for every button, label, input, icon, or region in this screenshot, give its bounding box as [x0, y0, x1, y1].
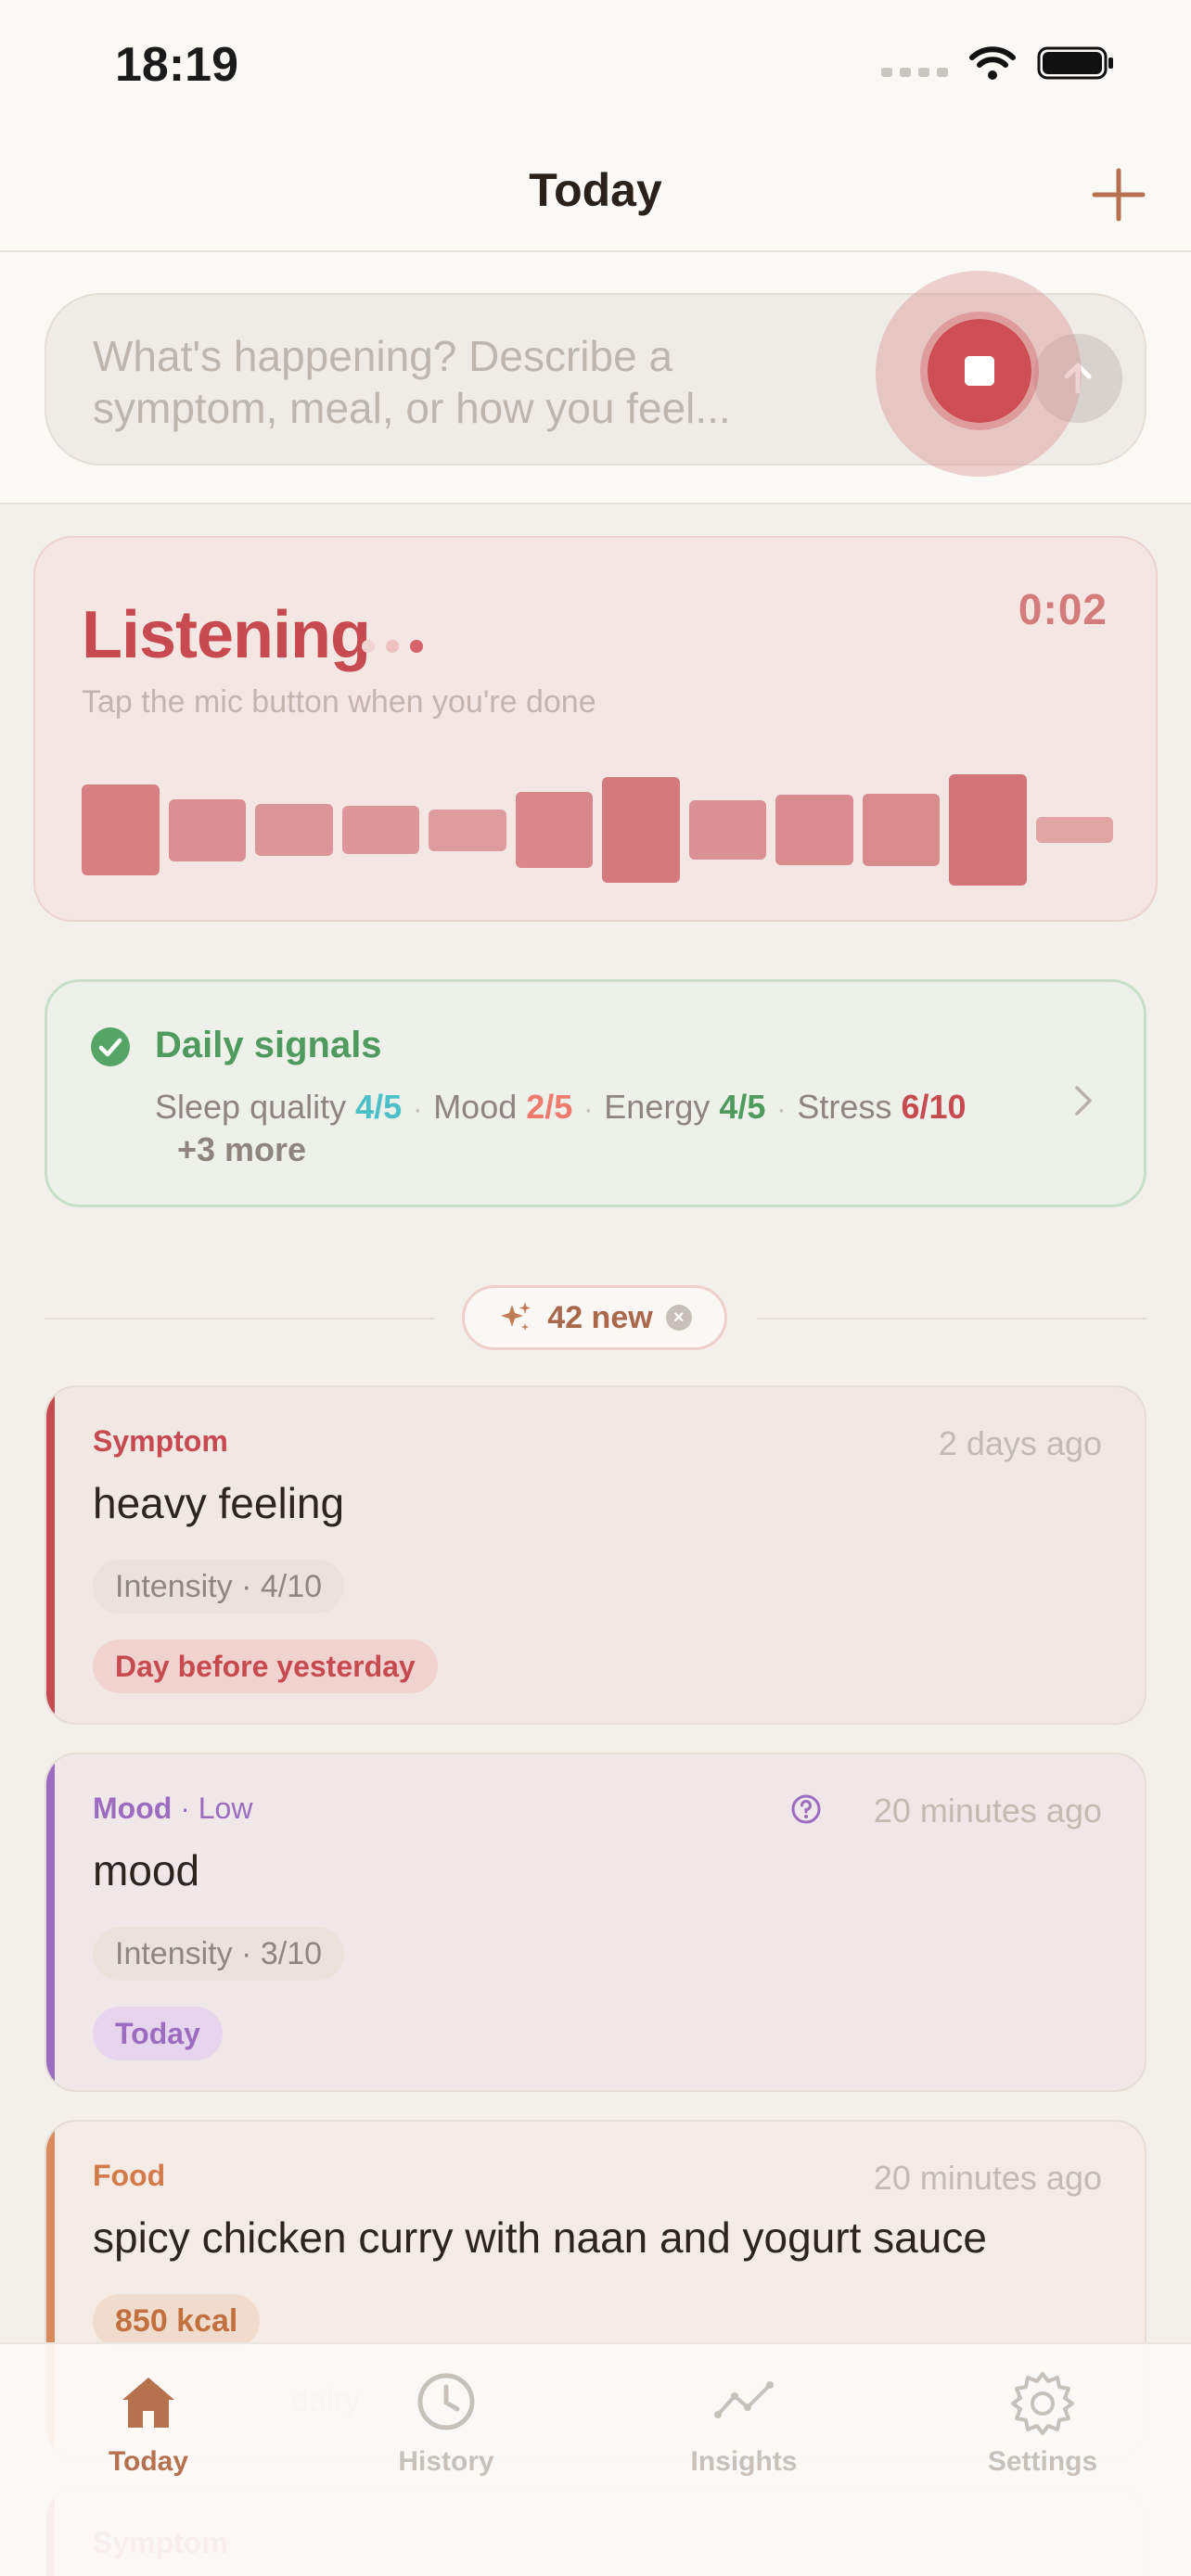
divider-left: [45, 1318, 434, 1320]
waveform-bar: [341, 806, 419, 854]
entry-type: Symptom: [93, 1424, 228, 1458]
entry-accent-bar: [46, 1754, 55, 2090]
page-title: Today: [529, 164, 662, 216]
signal-value: 2/5: [526, 1088, 573, 1126]
waveform-bar: [775, 795, 853, 865]
nav-header: Today: [0, 139, 1191, 252]
help-circle-icon[interactable]: [790, 1793, 822, 1825]
tab-insights[interactable]: Insights: [633, 2368, 855, 2478]
new-entries-badge[interactable]: 42 new ×: [462, 1285, 727, 1350]
daily-signals-title: Daily signals: [155, 1025, 382, 1065]
entry-type: Food: [93, 2159, 166, 2192]
dismiss-icon[interactable]: ×: [665, 1305, 692, 1331]
entry-card-symptom[interactable]: Symptom 2 days ago heavy feeling Intensi…: [45, 1385, 1146, 1725]
waveform-bar: [862, 794, 940, 866]
daily-signals-card[interactable]: Daily signals Sleep quality 4/5 · Mood 2/5…: [45, 979, 1146, 1207]
stop-recording-button[interactable]: [928, 319, 1031, 423]
tab-today[interactable]: Today: [37, 2368, 260, 2478]
tab-label: History: [398, 2446, 494, 2477]
entry-title: mood: [93, 1846, 200, 1894]
entry-title: spicy chicken curry with naan and yogurt…: [93, 2213, 987, 2262]
entry-type: Mood · Low: [93, 1792, 252, 1826]
entry-time: 2 days ago: [938, 1424, 1102, 1462]
waveform-bar: [688, 799, 766, 861]
chevron-right-icon: [1075, 1086, 1092, 1116]
day-tag-chip: Today: [93, 2007, 223, 2060]
signal-label: Stress: [797, 1088, 902, 1126]
separator-dot: ·: [776, 1094, 787, 1125]
signal-label: Sleep quality: [155, 1088, 356, 1126]
entry-time: 20 minutes ago: [873, 1792, 1102, 1830]
check-circle-icon: [91, 1027, 130, 1066]
listening-hint: Tap the mic button when you're done: [82, 684, 596, 720]
signal-value: 6/10: [901, 1088, 967, 1126]
input-placeholder: What's happening? Describe a symptom, me…: [93, 332, 731, 432]
cellular-signal-icon: [881, 49, 948, 77]
listening-card: Listening 0:02 Tap the mic button when y…: [33, 536, 1158, 922]
tab-settings[interactable]: Settings: [931, 2368, 1154, 2478]
status-time: 18:19: [115, 38, 238, 92]
entry-accent-bar: [46, 1387, 55, 1723]
separator-dot: ·: [583, 1094, 594, 1125]
recording-timer: 0:02: [1018, 585, 1108, 633]
tab-label: Today: [108, 2446, 189, 2477]
sparkles-icon: [501, 1302, 531, 1331]
waveform-bar: [82, 784, 160, 875]
waveform-bar: [1035, 817, 1113, 843]
day-tag-chip: Day before yesterday: [93, 1639, 438, 1693]
daily-signals-more: +3 more: [177, 1130, 307, 1168]
waveform-bar: [602, 777, 680, 883]
tab-history[interactable]: History: [335, 2368, 557, 2478]
listening-dots: [362, 640, 423, 653]
tab-label: Insights: [690, 2446, 798, 2477]
intensity-chip: Intensity · 3/10: [93, 1927, 345, 1981]
status-icons: [881, 45, 1115, 82]
add-button[interactable]: [1085, 161, 1152, 228]
clock-icon: [417, 2373, 475, 2430]
composer-area: What's happening? Describe a symptom, me…: [0, 252, 1191, 504]
new-badge-label: 42 new: [547, 1299, 653, 1335]
status-bar: 18:19: [0, 0, 1191, 139]
waveform-bar: [255, 804, 333, 856]
entry-time: 20 minutes ago: [873, 2159, 1102, 2197]
waveform-bar: [168, 798, 246, 861]
stop-icon: [965, 356, 994, 386]
wifi-icon: [969, 46, 1016, 80]
battery-icon: [1037, 46, 1113, 80]
divider-right: [757, 1318, 1146, 1320]
daily-signals-list: Sleep quality 4/5 · Mood 2/5 · Energy 4/5 · St…: [155, 1088, 967, 1127]
signal-label: Mood: [433, 1088, 527, 1126]
intensity-chip: Intensity · 4/10: [93, 1560, 345, 1613]
gear-icon: [1011, 2372, 1074, 2435]
waveform-bar: [429, 809, 506, 851]
waveform-bar: [949, 774, 1027, 886]
chart-line-icon: [714, 2381, 774, 2418]
signal-value: 4/5: [719, 1088, 766, 1126]
entry-title: heavy feeling: [93, 1479, 345, 1527]
waveform-bar: [515, 791, 593, 869]
signal-value: 4/5: [355, 1088, 403, 1126]
separator-dot: ·: [413, 1094, 423, 1125]
entry-type-label: Mood: [93, 1792, 173, 1825]
listening-title: Listening: [82, 598, 371, 672]
signal-label: Energy: [604, 1088, 720, 1126]
tab-label: Settings: [987, 2446, 1098, 2477]
tab-bar: Today History Insights Settings: [0, 2342, 1191, 2576]
audio-waveform: [82, 770, 1113, 890]
calories-chip: 850 kcal: [93, 2294, 261, 2348]
home-icon: [122, 2378, 174, 2428]
entry-card-mood[interactable]: Mood · Low 20 minutes ago mood Intensity…: [45, 1753, 1146, 2092]
entry-subtype: · Low: [172, 1792, 253, 1825]
